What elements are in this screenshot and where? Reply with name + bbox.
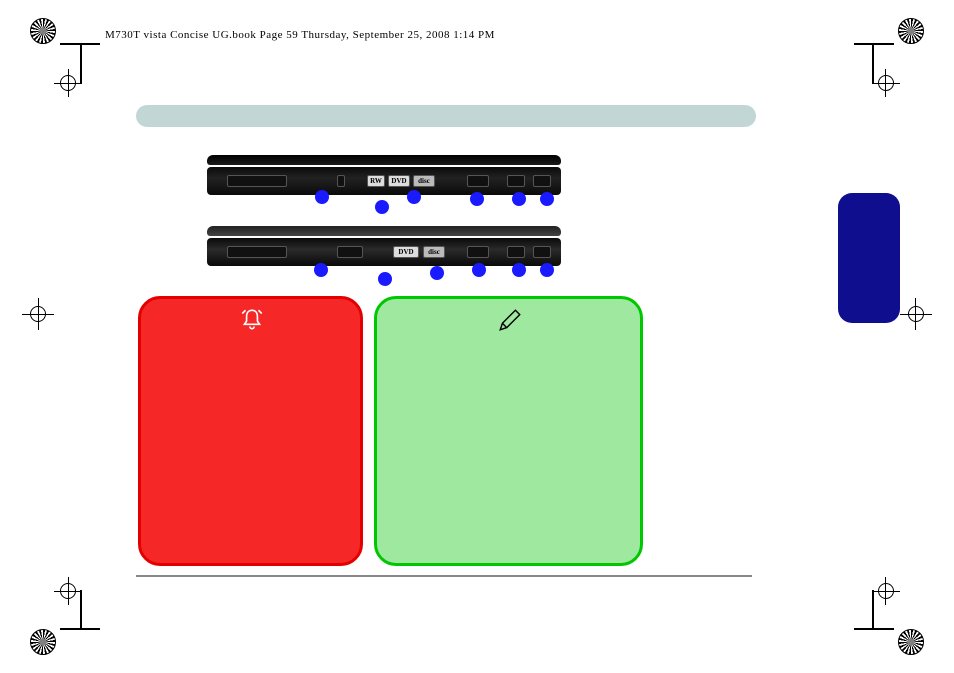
callout-dot-icon	[512, 263, 526, 277]
port-label: DVD	[393, 246, 419, 258]
registration-mark-icon	[30, 595, 90, 655]
callout-dot-icon	[314, 263, 328, 277]
section-tab	[838, 193, 900, 323]
callout-dot-icon	[407, 190, 421, 204]
port-label: disc	[413, 175, 435, 187]
page-header-text: M730T vista Concise UG.book Page 59 Thur…	[105, 29, 495, 41]
port-label: disc	[423, 246, 445, 258]
callout-dot-icon	[315, 190, 329, 204]
callout-dot-icon	[378, 272, 392, 286]
callout-dot-icon	[540, 263, 554, 277]
pen-icon	[497, 307, 521, 331]
callout-dot-icon	[512, 192, 526, 206]
note-box	[374, 296, 643, 566]
callout-dot-icon	[470, 192, 484, 206]
registration-mark-icon	[864, 595, 924, 655]
horizontal-rule	[136, 575, 752, 577]
port-label: DVD	[388, 175, 410, 187]
laptop-side-view-top: RW DVD disc	[207, 155, 561, 195]
callout-dot-icon	[540, 192, 554, 206]
callout-dot-icon	[430, 266, 444, 280]
laptop-side-view-bottom: DVD disc	[207, 226, 561, 266]
callout-dot-icon	[472, 263, 486, 277]
callout-dot-icon	[375, 200, 389, 214]
warning-box	[138, 296, 363, 566]
port-label: RW	[367, 175, 385, 187]
section-title-bar	[136, 105, 756, 127]
bell-icon	[239, 307, 263, 331]
